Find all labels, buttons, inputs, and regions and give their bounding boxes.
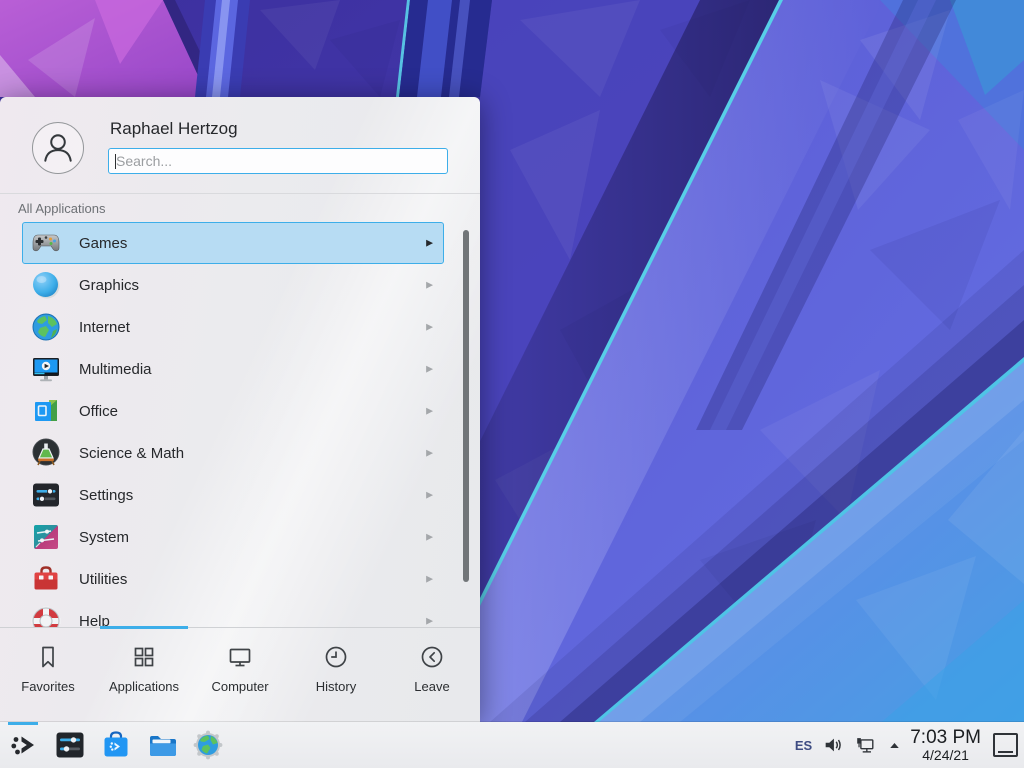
office-icon — [30, 395, 62, 427]
clock-icon — [322, 643, 350, 671]
submenu-arrow-icon: ▶ — [426, 280, 433, 291]
taskbar-app-system-settings[interactable] — [52, 722, 88, 768]
system-settings-icon — [54, 729, 86, 761]
desktop: Raphael Hertzog Search... All Applicatio… — [0, 0, 1024, 768]
submenu-arrow-icon: ▶ — [426, 616, 433, 627]
category-item-office[interactable]: Office ▶ — [22, 390, 444, 432]
tab-label: History — [316, 679, 356, 694]
bookmark-icon — [34, 643, 62, 671]
graphics-icon — [30, 269, 62, 301]
submenu-arrow-icon: ▶ — [426, 448, 433, 459]
tab-computer[interactable]: Computer — [192, 628, 288, 723]
system-icon — [30, 521, 62, 553]
category-item-settings[interactable]: Settings ▶ — [22, 474, 444, 516]
launcher-tabbar: Favorites Applications Computer History Leav… — [0, 627, 480, 723]
taskbar-app-discover[interactable] — [98, 722, 134, 768]
section-label: All Applications — [18, 201, 105, 216]
globe-icon — [30, 311, 62, 343]
web-browser-icon — [192, 729, 224, 761]
taskbar: ES 7:03 PM 4/24/21 — [0, 722, 1024, 768]
dolphin-icon — [146, 729, 178, 761]
multimedia-icon — [30, 353, 62, 385]
category-label: Internet — [79, 319, 130, 336]
scrollbar[interactable] — [463, 230, 469, 582]
tab-applications[interactable]: Applications — [96, 628, 192, 723]
submenu-arrow-icon: ▶ — [426, 532, 433, 543]
taskbar-app-web-browser[interactable] — [190, 722, 226, 768]
tab-leave[interactable]: Leave — [384, 628, 480, 723]
submenu-arrow-icon: ▶ — [426, 238, 433, 249]
category-item-internet[interactable]: Internet ▶ — [22, 306, 444, 348]
header-divider — [0, 193, 480, 194]
category-label: Graphics — [79, 277, 139, 294]
show-desktop-button[interactable] — [993, 733, 1018, 757]
search-placeholder: Search... — [116, 153, 172, 169]
category-item-graphics[interactable]: Graphics ▶ — [22, 264, 444, 306]
submenu-arrow-icon: ▶ — [426, 490, 433, 501]
grid-icon — [130, 643, 158, 671]
category-label: Science & Math — [79, 445, 184, 462]
utilities-icon — [30, 563, 62, 595]
tab-label: Leave — [414, 679, 449, 694]
tab-label: Computer — [211, 679, 268, 694]
monitor-icon — [226, 643, 254, 671]
help-icon — [30, 605, 62, 627]
tab-history[interactable]: History — [288, 628, 384, 723]
volume-icon[interactable] — [822, 734, 844, 756]
leave-icon — [418, 643, 446, 671]
category-item-utilities[interactable]: Utilities ▶ — [22, 558, 444, 600]
category-item-multimedia[interactable]: Multimedia ▶ — [22, 348, 444, 390]
taskbar-app-file-manager[interactable] — [144, 722, 180, 768]
category-label: Games — [79, 235, 127, 252]
category-label: Utilities — [79, 571, 127, 588]
user-avatar[interactable] — [32, 122, 84, 174]
taskbar-app-application-launcher[interactable] — [6, 722, 42, 768]
user-icon — [36, 126, 80, 170]
tab-label: Favorites — [21, 679, 74, 694]
category-item-games[interactable]: Games ▶ — [22, 222, 444, 264]
settings-icon — [30, 479, 62, 511]
submenu-arrow-icon: ▶ — [426, 364, 433, 375]
category-label: Multimedia — [79, 361, 152, 378]
category-item-help[interactable]: Help ▶ — [22, 600, 444, 627]
application-launcher-menu: Raphael Hertzog Search... All Applicatio… — [0, 97, 480, 722]
clock-date: 4/24/21 — [910, 748, 981, 763]
gamepad-icon — [30, 227, 62, 259]
category-label: Office — [79, 403, 118, 420]
submenu-arrow-icon: ▶ — [426, 322, 433, 333]
category-list: Games▶Graphics▶Internet▶Multimedia▶Offic… — [0, 222, 480, 627]
category-label: System — [79, 529, 129, 546]
category-item-system[interactable]: System ▶ — [22, 516, 444, 558]
taskbar-apps — [6, 722, 236, 768]
clock-time: 7:03 PM — [910, 727, 981, 748]
science-icon — [30, 437, 62, 469]
tab-favorites[interactable]: Favorites — [0, 628, 96, 723]
keyboard-layout-indicator[interactable]: ES — [795, 738, 812, 753]
tab-label: Applications — [109, 679, 179, 694]
category-label: Help — [79, 613, 110, 628]
category-label: Settings — [79, 487, 133, 504]
digital-clock[interactable]: 7:03 PM 4/24/21 — [910, 727, 981, 763]
search-input[interactable]: Search... — [108, 148, 448, 174]
discover-icon — [100, 729, 132, 761]
submenu-arrow-icon: ▶ — [426, 574, 433, 585]
submenu-arrow-icon: ▶ — [426, 406, 433, 417]
kde-launcher-icon — [8, 729, 40, 761]
expand-tray-icon[interactable] — [886, 737, 903, 754]
category-item-science-math[interactable]: Science & Math ▶ — [22, 432, 444, 474]
user-name: Raphael Hertzog — [110, 119, 238, 139]
system-tray: ES — [795, 734, 903, 756]
network-icon[interactable] — [854, 734, 876, 756]
active-tab-indicator — [100, 626, 188, 629]
